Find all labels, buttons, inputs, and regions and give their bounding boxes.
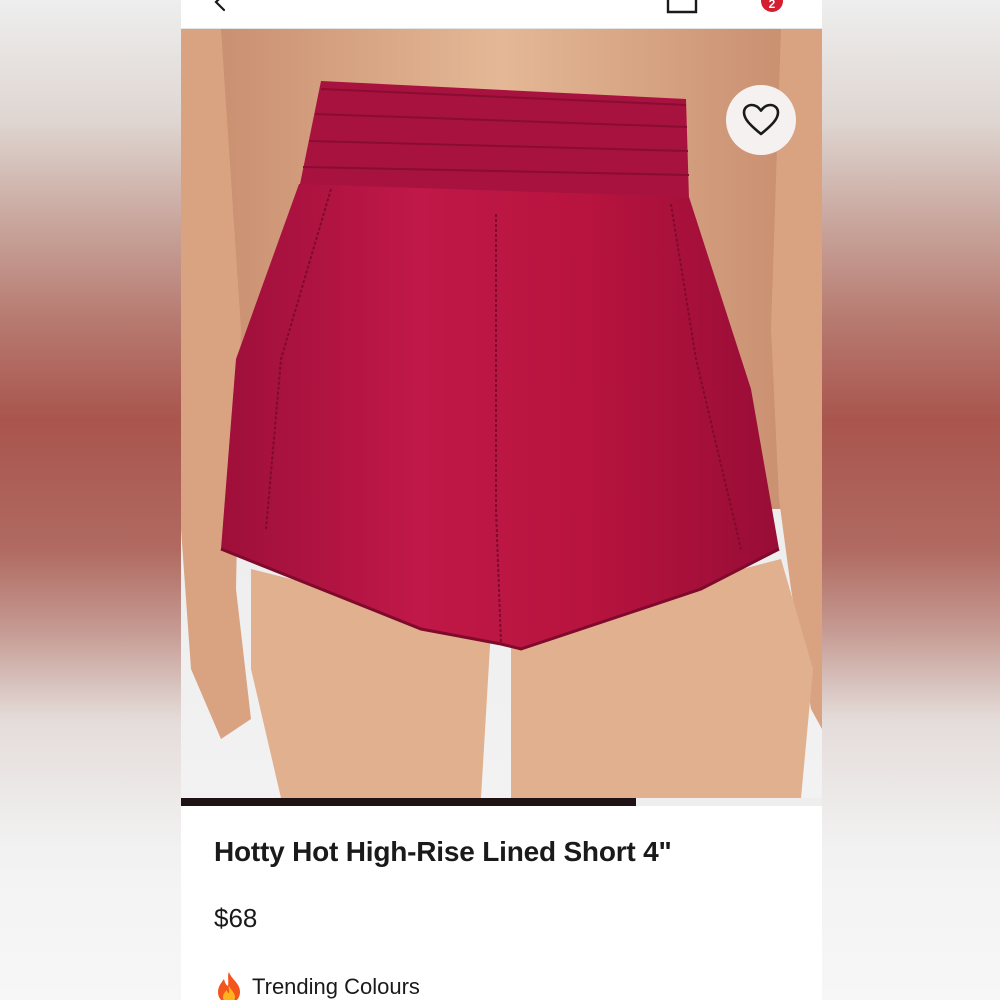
shopping-bag-icon[interactable]: [665, 0, 699, 14]
top-nav-bar: 2: [181, 0, 822, 29]
trending-colours-row[interactable]: Trending Colours: [214, 970, 420, 1000]
chevron-left-icon[interactable]: [209, 0, 233, 16]
progress-fill: [181, 798, 637, 806]
product-title: Hotty Hot High-Rise Lined Short 4": [214, 836, 672, 867]
favorite-button[interactable]: [726, 85, 796, 155]
cart-count-badge[interactable]: 2: [761, 0, 783, 12]
product-image[interactable]: [181, 29, 822, 798]
fire-icon: [218, 972, 240, 1000]
app-screen: 2 Hotty Hot High-Rise Lined Short 4" $68…: [181, 0, 822, 1000]
heart-icon: [742, 103, 780, 136]
shorts-photo: [181, 29, 822, 798]
product-price: $68: [214, 903, 258, 933]
trending-label: Trending Colours: [252, 974, 420, 999]
image-gallery-progress: [181, 798, 822, 806]
